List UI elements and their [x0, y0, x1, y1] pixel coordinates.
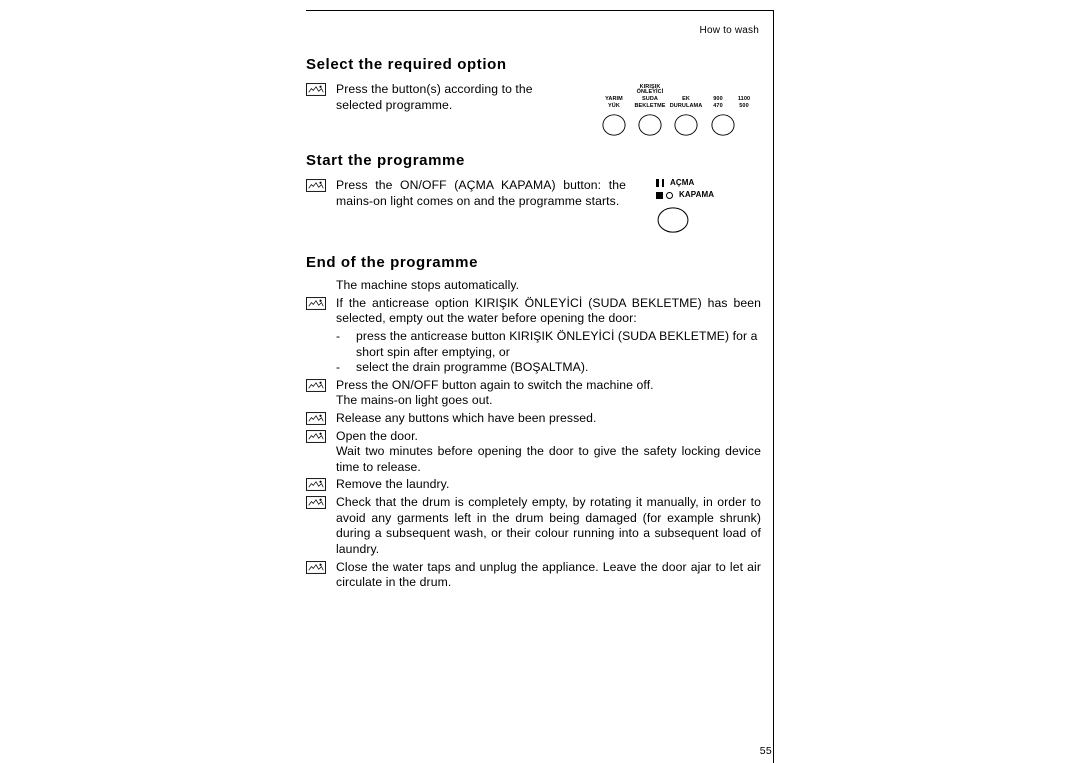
section3-item3: Release any buttons which have been pres… [336, 411, 761, 427]
acma-row: AÇMA [656, 178, 694, 188]
section3-item7: Close the water taps and unplug the appl… [336, 560, 761, 591]
kapama-label: KAPAMA [679, 190, 714, 200]
opt2-line2: BEKLETME [634, 104, 665, 110]
option-button-1[interactable] [602, 113, 626, 137]
hand-icon [306, 296, 336, 327]
opt1-line2: YÜK [608, 104, 620, 110]
heading-start-programme: Start the programme [306, 151, 761, 170]
opt4-line2: 470 [713, 104, 722, 110]
page: How to wash Select the required option [0, 0, 1080, 763]
hand-icon [306, 495, 336, 557]
opt5-line2: 500 [739, 104, 748, 110]
section3-sub2: select the drain programme (BOŞALTMA). [356, 360, 761, 376]
hand-icon [306, 477, 336, 493]
section1-row: Press the button(s) according to the sel… [306, 80, 761, 137]
section3-item5: Remove the laundry. [336, 477, 761, 493]
option-button-3[interactable] [674, 113, 698, 137]
hand-icon [306, 560, 336, 591]
onoff-panel: AÇMA KAPAMA [636, 176, 761, 239]
hand-icon [306, 378, 336, 409]
hand-icon [306, 429, 336, 476]
section3-item6: Check that the drum is completely empty,… [336, 495, 761, 557]
option-button-2[interactable] [638, 113, 662, 137]
content-body: Select the required option Press the but… [306, 55, 761, 591]
section3-item2a: Press the ON/OFF button again to switch … [336, 378, 761, 409]
section2-row: Press the ON/OFF (AÇMA KAPAMA) button: t… [306, 176, 761, 239]
section2-item1: Press the ON/OFF (AÇMA KAPAMA) button: t… [336, 178, 626, 209]
hand-icon [306, 411, 336, 427]
section1-item1: Press the button(s) according to the sel… [336, 82, 581, 113]
section-header: How to wash [700, 25, 759, 36]
hand-icon [306, 82, 336, 113]
section3-intro: The machine stops automatically. [336, 278, 761, 294]
kapama-row: KAPAMA [656, 190, 714, 200]
page-number: 55 [760, 745, 772, 757]
section3-sub1: press the anticrease button KIRIŞIK ÖNLE… [356, 329, 761, 360]
acma-label: AÇMA [670, 178, 694, 188]
option-buttons-panel: YARIM YÜK KIRIŞIK ÖNLEYİCİ SUDA BEKLETME [591, 80, 761, 137]
hand-icon [306, 178, 336, 209]
heading-end-programme: End of the programme [306, 253, 761, 272]
heading-select-option: Select the required option [306, 55, 761, 74]
opt2-top: KIRIŞIK ÖNLEYİCİ [637, 82, 664, 96]
opt3-line2: DURULAMA [670, 104, 703, 110]
content-frame: How to wash Select the required option [306, 10, 774, 763]
section3-item4: Open the door. Wait two minutes before o… [336, 429, 761, 476]
section3-item1: If the anticrease option KIRIŞIK ÖNLEYİC… [336, 296, 761, 327]
onoff-button[interactable] [656, 206, 690, 239]
